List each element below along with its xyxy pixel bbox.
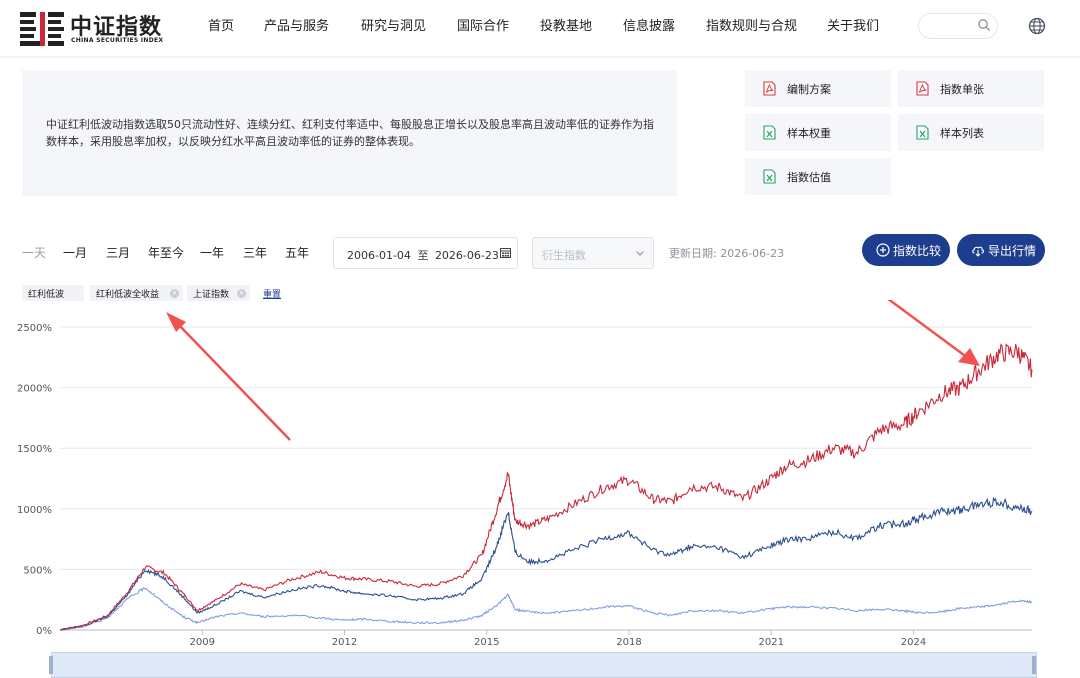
y-tick-label: 2500% — [17, 323, 52, 334]
doc-weights-button[interactable]: 样本权重 — [745, 114, 891, 151]
period-1y[interactable]: 一年 — [200, 244, 224, 261]
nav-international[interactable]: 国际合作 — [457, 0, 509, 56]
navigator-left-handle[interactable] — [49, 656, 53, 674]
index-description-panel: 中证红利低波动指数选取50只流动性好、连续分红、红利支付率适中、每股股息正增长以… — [22, 70, 677, 196]
chart-grid — [60, 326, 1032, 631]
csi-logo[interactable]: 中证指数 CHINA SECURITIES INDEX — [20, 6, 175, 50]
y-tick-label: 1000% — [17, 505, 52, 516]
period-3m[interactable]: 三月 — [106, 244, 130, 261]
export-data-button[interactable]: 导出行情 — [957, 234, 1045, 266]
doc-factsheet-label: 指数单张 — [940, 83, 984, 96]
y-tick-label: 500% — [23, 565, 52, 576]
x-tick-label: 2018 — [616, 637, 641, 648]
remove-chip-icon[interactable]: × — [170, 289, 179, 298]
doc-methodology-label: 编制方案 — [787, 83, 831, 96]
doc-constituents-button[interactable]: 样本列表 — [898, 114, 1044, 151]
period-3y[interactable]: 三年 — [243, 244, 267, 261]
globe-icon[interactable] — [1028, 17, 1046, 35]
nav-investor-education[interactable]: 投教基地 — [540, 0, 592, 56]
doc-constituents-label: 样本列表 — [940, 127, 984, 140]
x-tick-label: 2021 — [758, 637, 783, 648]
nav-rules-compliance[interactable]: 指数规则与合规 — [706, 0, 797, 56]
cloud-download-icon — [972, 246, 984, 257]
excel-file-icon — [916, 125, 929, 140]
pdf-file-icon — [916, 81, 929, 96]
plus-circle-icon — [876, 243, 890, 257]
y-tick-label: 1500% — [17, 444, 52, 455]
doc-methodology-button[interactable]: 编制方案 — [745, 70, 891, 107]
legend-chip-dividend-lowvol[interactable]: 红利低波 — [22, 285, 84, 301]
search-input[interactable] — [929, 14, 983, 38]
compare-index-label: 指数比较 — [893, 244, 942, 258]
reset-link[interactable]: 重置 — [263, 287, 281, 300]
x-tick-label: 2009 — [190, 637, 215, 648]
annotation-arrow-right — [887, 300, 969, 360]
index-description-text: 中证红利低波动指数选取50只流动性好、连续分红、红利支付率适中、每股股息正增长以… — [46, 118, 654, 148]
nav-about-us[interactable]: 关于我们 — [827, 0, 879, 56]
series-line — [59, 343, 1033, 631]
legend-chip-label: 红利低波全收益 — [96, 290, 160, 300]
y-tick-label: 2000% — [17, 384, 52, 395]
export-data-label: 导出行情 — [988, 244, 1037, 258]
legend-chip-label: 上证指数 — [193, 290, 230, 300]
date-start: 2006-01-04 — [347, 249, 411, 262]
date-range-text: 2006-01-04 至 2026-06-23 — [347, 247, 499, 263]
csi-logo-mark-icon — [20, 12, 64, 46]
top-header: 中证指数 CHINA SECURITIES INDEX 首页 产品与服务 研究与… — [0, 0, 1080, 57]
nav-disclosure[interactable]: 信息披露 — [623, 0, 675, 56]
period-1m[interactable]: 一月 — [63, 244, 87, 261]
date-end: 2026-06-23 — [434, 249, 499, 262]
annotation-arrows — [166, 300, 980, 441]
date-separator: 至 — [417, 249, 429, 262]
date-range-picker[interactable]: 2006-01-04 至 2026-06-23 — [333, 237, 518, 269]
x-tick-label: 2024 — [901, 637, 926, 648]
annotation-arrowhead-right — [958, 348, 980, 366]
annotation-arrow-left — [177, 323, 291, 441]
period-ytd[interactable]: 年至今 — [148, 244, 184, 261]
legend-chip-label: 红利低波 — [28, 290, 65, 300]
excel-file-icon — [763, 125, 776, 140]
search-icon[interactable] — [977, 18, 991, 32]
chart-range-navigator[interactable] — [51, 652, 1037, 678]
y-axis: 0% 500% 1000% 1500% 2000% 2500% — [17, 323, 52, 637]
x-tick-label: 2012 — [332, 637, 357, 648]
compare-index-button[interactable]: 指数比较 — [862, 234, 950, 266]
y-tick-label: 0% — [36, 626, 52, 637]
period-1d[interactable]: 一天 — [22, 244, 46, 261]
index-performance-chart: 0%500%1000%1500%2000%2500% 2009 2012 2015 2… — [17, 300, 1033, 648]
period-5y[interactable]: 五年 — [285, 244, 309, 261]
nav-research[interactable]: 研究与洞见 — [361, 0, 426, 56]
doc-weights-label: 样本权重 — [787, 127, 831, 140]
nav-products[interactable]: 产品与服务 — [264, 0, 329, 56]
excel-file-icon — [763, 169, 776, 184]
search-box — [918, 13, 998, 39]
chevron-down-icon — [636, 251, 644, 256]
x-axis: 2009 2012 2015 2018 2021 2024 — [60, 629, 1032, 648]
remove-chip-icon[interactable]: × — [237, 289, 246, 298]
logo-english-text: CHINA SECURITIES INDEX — [71, 37, 164, 44]
doc-valuation-button[interactable]: 指数估值 — [745, 158, 891, 195]
series-line — [59, 496, 1033, 631]
doc-factsheet-button[interactable]: 指数单张 — [898, 70, 1044, 107]
derived-index-select[interactable]: 衍生指数 — [532, 237, 654, 269]
update-date-label: 更新日期: 2026-06-23 — [669, 247, 785, 260]
navigator-right-handle[interactable] — [1032, 656, 1036, 674]
pdf-file-icon — [763, 81, 776, 96]
chart-series — [59, 343, 1033, 631]
derived-index-placeholder: 衍生指数 — [542, 249, 586, 262]
calendar-icon — [500, 248, 511, 258]
legend-chip-dividend-lowvol-tr[interactable]: 红利低波全收益 × — [90, 285, 183, 301]
nav-home[interactable]: 首页 — [208, 0, 234, 56]
x-tick-label: 2015 — [474, 637, 499, 648]
doc-valuation-label: 指数估值 — [787, 171, 831, 184]
legend-chip-sse-composite[interactable]: 上证指数 × — [187, 285, 250, 301]
